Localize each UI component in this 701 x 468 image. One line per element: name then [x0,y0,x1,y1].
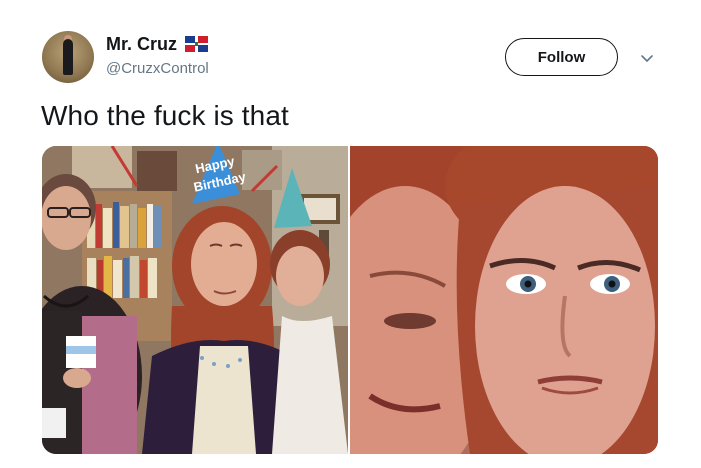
photo-right[interactable] [350,146,658,454]
tweet-text: Who the fuck is that [41,100,289,131]
dominican-republic-flag-icon [185,36,209,52]
display-name[interactable]: Mr. Cruz [106,34,177,55]
office-party-scene: Happy Birthday [42,146,348,454]
tweet-card: Mr. Cruz @CruzxControl Follow Who the fu… [0,0,701,468]
follow-button[interactable]: Follow [505,38,618,76]
avatar-figure [63,39,73,75]
user-name-row: Mr. Cruz [106,33,209,55]
avatar[interactable] [42,31,94,83]
photo-left[interactable]: Happy Birthday [42,146,348,454]
chevron-down-icon[interactable] [639,52,655,64]
closeup-faces [350,146,658,454]
user-handle[interactable]: @CruzxControl [106,60,209,77]
tweet-media[interactable]: Happy Birthday [42,146,658,454]
